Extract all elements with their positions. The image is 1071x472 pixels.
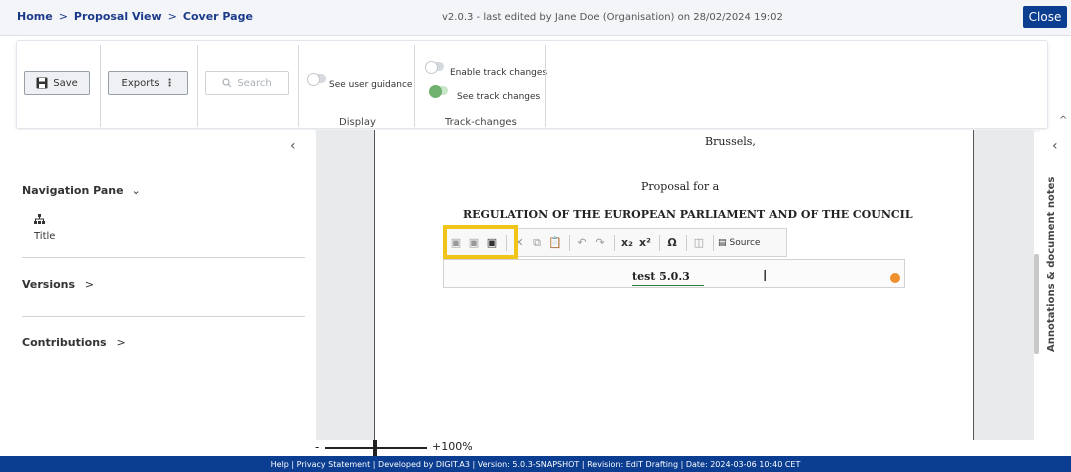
exports-label: Exports — [121, 77, 160, 89]
annotations-label[interactable]: Annotations & document notes — [1046, 177, 1057, 352]
chevron-left-icon[interactable]: ‹ — [290, 138, 296, 154]
chevron-right-icon: > — [116, 336, 126, 349]
toolbar-panel: Save Exports ⋮ Search See user guidance … — [16, 40, 1048, 129]
navigation-pane-header[interactable]: Navigation Pane ⌄ — [22, 184, 141, 197]
nav-item-title[interactable]: Title — [34, 231, 55, 242]
source-label: Source — [729, 237, 761, 248]
text-cursor-icon: I — [763, 267, 768, 285]
breadcrumb-cover-page[interactable]: Cover Page — [183, 10, 253, 23]
highlight-box — [443, 225, 518, 259]
user-guidance-label: See user guidance — [329, 80, 413, 90]
breadcrumb: Home > Proposal View > Cover Page — [17, 10, 253, 23]
source-button[interactable]: ▤ Source — [718, 238, 760, 248]
doc-city: Brussels, — [705, 135, 756, 148]
doc-regulation-title: REGULATION OF THE EUROPEAN PARLIAMENT AN… — [463, 208, 913, 221]
display-group-label: Display — [339, 117, 376, 128]
search-button[interactable]: Search — [205, 71, 289, 95]
contributions-section[interactable]: Contributions > — [22, 336, 126, 349]
chevron-left-icon[interactable]: ‹ — [1052, 138, 1058, 154]
divider — [545, 45, 546, 127]
see-track-changes-toggle[interactable] — [429, 85, 448, 98]
top-header: Home > Proposal View > Cover Page v2.0.3… — [0, 0, 1071, 36]
editable-text: test 5.0.3 — [632, 270, 690, 283]
breadcrumb-separator: > — [167, 10, 177, 23]
navigation-pane-title: Navigation Pane — [22, 184, 124, 197]
save-button[interactable]: Save — [24, 71, 90, 95]
divider — [569, 234, 570, 251]
paste-icon[interactable]: 📋 — [547, 235, 563, 251]
divider — [100, 45, 101, 127]
footer: Help | Privacy Statement | Developed by … — [0, 456, 1071, 472]
source-icon: ▤ — [718, 237, 727, 248]
divider — [659, 234, 660, 251]
copy-icon[interactable]: ⧉ — [529, 235, 545, 251]
chevron-down-icon: ⌄ — [131, 184, 141, 197]
enable-track-changes-toggle[interactable] — [425, 61, 444, 74]
exports-button[interactable]: Exports ⋮ — [108, 71, 188, 95]
divider — [686, 234, 687, 251]
special-character-icon[interactable]: Ω — [664, 235, 680, 251]
divider — [22, 257, 305, 258]
close-button[interactable]: Close — [1023, 6, 1067, 28]
save-label: Save — [53, 77, 78, 89]
floppy-disk-icon — [36, 77, 48, 89]
search-icon — [222, 78, 232, 88]
zoom-slider-handle[interactable] — [373, 440, 377, 456]
divider — [713, 234, 714, 251]
zoom-level[interactable]: +100% — [432, 440, 473, 453]
versions-label: Versions — [22, 278, 76, 291]
sitemap-icon — [34, 214, 45, 227]
track-changes-group-label: Track-changes — [445, 117, 517, 128]
scrollbar[interactable] — [1034, 254, 1039, 354]
redo-icon[interactable]: ↷ — [592, 235, 608, 251]
footer-text: Help | Privacy Statement | Developed by … — [270, 459, 801, 469]
divider — [614, 234, 615, 251]
search-label: Search — [237, 77, 272, 89]
toolbar-collapse-icon[interactable]: ^ — [1059, 115, 1067, 126]
version-info: v2.0.3 - last edited by Jane Doe (Organi… — [442, 12, 783, 23]
undo-icon[interactable]: ↶ — [574, 235, 590, 251]
doc-proposal-for: Proposal for a — [641, 180, 720, 193]
divider — [414, 45, 415, 127]
zoom-out[interactable]: - — [315, 440, 319, 454]
enable-track-changes-label: Enable track changes — [450, 68, 548, 78]
divider — [22, 316, 305, 317]
breadcrumb-separator: > — [58, 10, 68, 23]
breadcrumb-home[interactable]: Home — [17, 10, 53, 23]
contributions-label: Contributions — [22, 336, 107, 349]
text-underline — [632, 285, 704, 286]
divider — [197, 45, 198, 127]
subscript-icon[interactable]: x₂ — [619, 235, 635, 251]
user-guidance-toggle[interactable] — [307, 73, 326, 86]
breadcrumb-proposal-view[interactable]: Proposal View — [74, 10, 162, 23]
status-dot — [890, 273, 900, 283]
versions-section[interactable]: Versions > — [22, 278, 94, 291]
show-blocks-icon[interactable]: ◫ — [691, 235, 707, 251]
kebab-icon: ⋮ — [164, 77, 175, 89]
see-track-changes-label: See track changes — [457, 92, 541, 102]
chevron-right-icon: > — [84, 278, 95, 291]
superscript-icon[interactable]: x² — [637, 235, 653, 251]
divider — [298, 45, 299, 127]
